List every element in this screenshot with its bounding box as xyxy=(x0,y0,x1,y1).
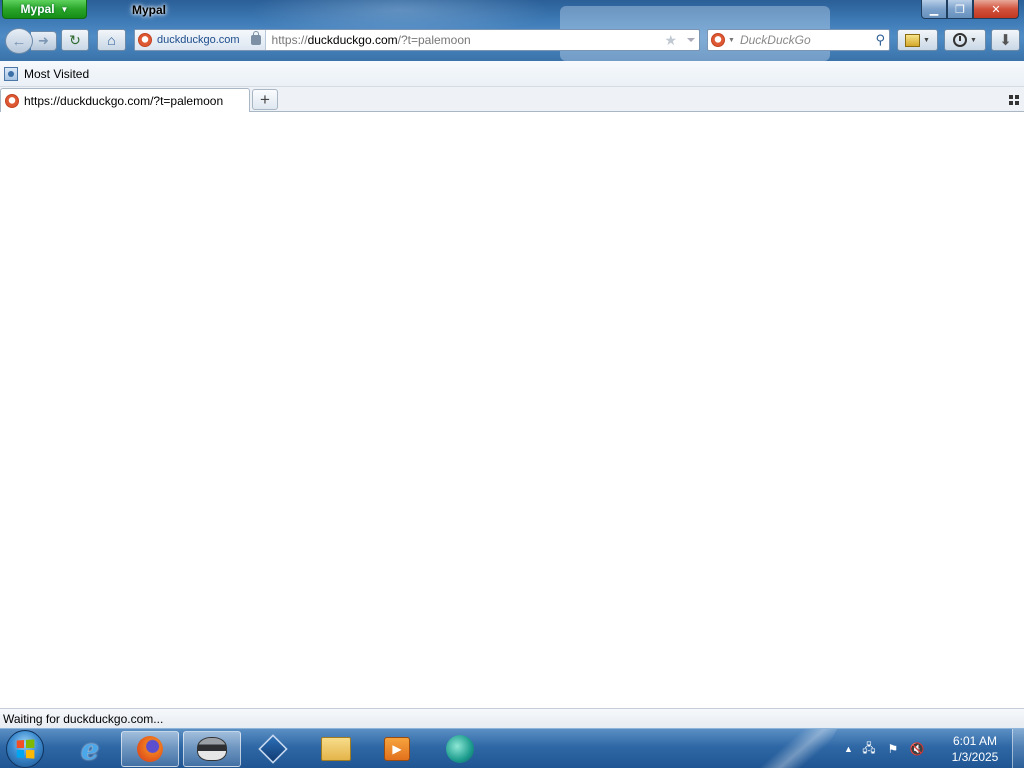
tab-duckduckgo[interactable]: https://duckduckgo.com/?t=palemoon xyxy=(0,88,250,112)
action-center-flag-icon[interactable]: ⚑ xyxy=(885,742,901,756)
url-suffix: /?t=palemoon xyxy=(397,33,471,47)
show-desktop-button[interactable] xyxy=(1012,729,1024,768)
duckduckgo-favicon-icon xyxy=(138,33,152,47)
reload-button[interactable]: ↻ xyxy=(61,29,89,51)
media-icon: ▶ xyxy=(384,737,410,761)
status-text: Waiting for duckduckgo.com... xyxy=(3,711,164,726)
all-tabs-menu-icon[interactable] xyxy=(1009,95,1019,105)
home-icon: ⌂ xyxy=(107,32,116,48)
reload-icon: ↻ xyxy=(69,31,81,48)
url-dropdown-icon[interactable] xyxy=(687,38,695,42)
windows-logo-icon xyxy=(16,739,35,759)
taskbar-media-player[interactable]: ▶ xyxy=(368,731,426,767)
taskbar-internet-explorer[interactable]: e xyxy=(61,731,119,767)
url-prefix: https:// xyxy=(271,33,308,47)
search-bar[interactable]: ▼ DuckDuckGo ⚲ xyxy=(707,29,890,51)
forward-button[interactable]: ➜ xyxy=(31,31,57,51)
duckduckgo-favicon-icon xyxy=(5,93,19,108)
plus-icon: + xyxy=(260,89,270,109)
url-bar[interactable]: duckduckgo.com https://duckduckgo.com/?t… xyxy=(134,29,700,51)
taskbar-virtualbox[interactable] xyxy=(244,731,302,767)
taskbar: e ▶ ▲ 🖧 ⚑ 🔇 6:01 AM 1/3/2025 xyxy=(0,728,1024,768)
taskbar-firefox[interactable] xyxy=(121,731,179,767)
restore-icon: ❐ xyxy=(955,3,965,16)
window-controls: ▁ ❐ ✕ xyxy=(921,0,1019,19)
bookmark-most-visited[interactable]: Most Visited xyxy=(24,67,89,81)
chevron-down-icon: ▼ xyxy=(923,36,930,44)
identity-host: duckduckgo.com xyxy=(157,34,240,46)
app-menu-label: Mypal xyxy=(20,2,55,16)
page-icon xyxy=(4,66,18,81)
firefox-icon xyxy=(137,736,163,762)
virtualbox-icon xyxy=(258,734,288,764)
window-title: Mypal xyxy=(132,3,167,17)
back-button[interactable]: ← xyxy=(5,28,33,54)
show-hidden-icons-button[interactable]: ▲ xyxy=(844,744,853,754)
taskbar-explorer[interactable] xyxy=(307,731,365,767)
search-placeholder: DuckDuckGo xyxy=(739,33,811,47)
start-button[interactable] xyxy=(6,730,44,768)
tab-label: https://duckduckgo.com/?t=palemoon xyxy=(24,93,224,108)
bookmarks-icon xyxy=(905,33,921,47)
raccoon-icon xyxy=(197,737,227,761)
app-menu-button[interactable]: Mypal ▼ xyxy=(2,0,87,19)
network-icon[interactable]: 🖧 xyxy=(861,741,877,756)
volume-muted-icon[interactable]: 🔇 xyxy=(909,742,925,756)
chevron-down-icon: ▼ xyxy=(60,4,69,14)
bookmarks-toolbar: Most Visited xyxy=(0,61,1024,87)
navigation-toolbar: ➜ ← ↻ ⌂ duckduckgo.com https://duckduckg… xyxy=(0,26,1024,56)
site-identity-button[interactable]: duckduckgo.com xyxy=(135,30,266,50)
status-bar: Waiting for duckduckgo.com... xyxy=(0,708,1024,728)
url-host: duckduckgo.com xyxy=(307,33,398,47)
browser-chrome: Mypal ▼ Mypal ▁ ❐ ✕ ➜ ← ↻ ⌂ duckduckgo.c… xyxy=(0,0,1024,61)
download-arrow-icon: ⬇ xyxy=(999,32,1012,49)
clock-date: 1/3/2025 xyxy=(951,750,999,764)
bookmark-star-icon[interactable]: ★ xyxy=(664,32,677,49)
taskbar-mypal[interactable] xyxy=(183,731,241,767)
lock-icon xyxy=(250,31,261,45)
ie-icon: e xyxy=(81,732,99,766)
globe-icon xyxy=(446,735,474,763)
search-engine-selector[interactable]: ▼ xyxy=(708,33,738,47)
home-button[interactable]: ⌂ xyxy=(97,29,126,51)
restore-button[interactable]: ❐ xyxy=(947,0,973,19)
taskbar-highlight xyxy=(736,729,844,768)
history-clock-icon xyxy=(953,33,968,47)
back-forward-group: ➜ ← xyxy=(5,28,57,54)
minimize-icon: ▁ xyxy=(929,3,939,16)
taskbar-clock[interactable]: 6:01 AM 1/3/2025 xyxy=(944,733,1006,765)
search-icon[interactable]: ⚲ xyxy=(875,32,885,48)
chevron-down-icon: ▼ xyxy=(728,36,735,44)
downloads-button[interactable]: ⬇ xyxy=(991,29,1020,51)
folder-icon xyxy=(321,737,351,761)
arrow-left-icon: ← xyxy=(11,32,27,50)
minimize-button[interactable]: ▁ xyxy=(921,0,947,19)
close-button[interactable]: ✕ xyxy=(973,0,1019,19)
bookmarks-menu-button[interactable]: ▼ xyxy=(897,29,938,51)
history-button[interactable]: ▼ xyxy=(944,29,986,51)
tab-strip: https://duckduckgo.com/?t=palemoon + xyxy=(0,87,1024,112)
page-content[interactable] xyxy=(0,112,1024,708)
duckduckgo-engine-icon xyxy=(711,33,725,47)
url-text[interactable]: https://duckduckgo.com/?t=palemoon xyxy=(272,33,471,47)
taskbar-browser[interactable] xyxy=(431,731,489,767)
close-icon: ✕ xyxy=(991,3,1001,16)
arrow-right-icon: ➜ xyxy=(38,33,49,48)
chevron-down-icon: ▼ xyxy=(970,36,977,44)
clock-time: 6:01 AM xyxy=(952,734,998,748)
new-tab-button[interactable]: + xyxy=(252,89,278,110)
system-tray: ▲ 🖧 ⚑ 🔇 xyxy=(844,729,925,768)
